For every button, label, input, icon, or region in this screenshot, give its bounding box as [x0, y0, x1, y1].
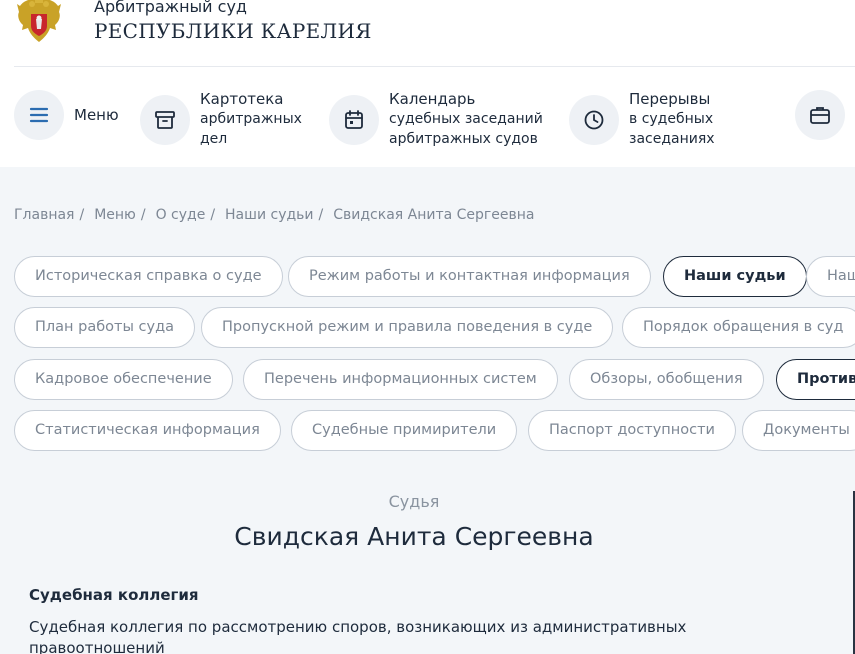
nav-case-files[interactable]: Картотека арбитражных дел: [140, 90, 302, 149]
breadcrumb-home[interactable]: Главная: [14, 207, 74, 223]
judge-name: Свидская Анита Сергеевна: [234, 522, 594, 551]
breadcrumb-judges[interactable]: Наши судьи: [225, 207, 313, 223]
clock-icon: [584, 110, 604, 129]
site-header: Арбитражный суд РЕСПУБЛИКИ КАРЕЛИЯ: [0, 0, 855, 66]
tab-accessibility-passport[interactable]: Паспорт доступности: [528, 410, 736, 451]
nav-calendar-line1: Календарь: [389, 90, 476, 108]
court-name-line2: РЕСПУБЛИКИ КАРЕЛИЯ: [94, 19, 372, 43]
breadcrumb-about[interactable]: О суде: [156, 207, 206, 223]
nav-menu-label: Меню: [74, 105, 119, 124]
tab-nash[interactable]: Наш: [806, 256, 855, 297]
tab-history[interactable]: Историческая справка о суде: [14, 256, 283, 297]
nav-case-files-line3: дел: [200, 131, 228, 147]
archive-box-icon: [155, 110, 175, 129]
calendar-icon: [345, 109, 363, 129]
tab-appeal-order[interactable]: Порядок обращения в суд: [622, 307, 855, 348]
nav-calendar[interactable]: Календарь судебных заседаний арбитражных…: [329, 90, 543, 149]
collegium-text: Судебная коллегия по рассмотрению споров…: [29, 618, 687, 654]
nav-case-files-line1: Картотека: [200, 90, 284, 108]
breadcrumb: Главная / Меню / О суде / Наши судьи / Свидс…: [14, 207, 535, 223]
breadcrumb-menu[interactable]: Меню: [94, 207, 136, 223]
court-name-line1: Арбитражный суд: [94, 0, 247, 16]
tab-anti[interactable]: Противо: [776, 359, 855, 400]
coat-of-arms-icon[interactable]: [14, 0, 64, 46]
hamburger-icon: [29, 107, 49, 123]
tab-staffing[interactable]: Кадровое обеспечение: [14, 359, 233, 400]
content-area: Главная / Меню / О суде / Наши судьи / Свидс…: [0, 167, 855, 654]
nav-breaks-line3: заседаниях: [629, 131, 715, 147]
nav-breaks-line2: в судебных: [629, 111, 714, 127]
nav-breaks-line1: Перерывы: [629, 90, 711, 108]
nav-case-files-line2: арбитражных: [200, 111, 302, 127]
nav-calendar-line2: судебных заседаний: [389, 111, 543, 127]
judge-role: Судья: [388, 492, 440, 511]
tab-reviews[interactable]: Обзоры, обобщения: [569, 359, 764, 400]
tab-our-judges[interactable]: Наши судьи: [663, 256, 807, 297]
nav-briefcase[interactable]: [795, 90, 845, 140]
tab-work-mode[interactable]: Режим работы и контактная информация: [288, 256, 651, 297]
tab-mediators[interactable]: Судебные примирители: [291, 410, 518, 451]
tab-access-rules[interactable]: Пропускной режим и правила поведения в с…: [201, 307, 614, 348]
nav-breaks[interactable]: Перерывы в судебных заседаниях: [569, 90, 715, 149]
collegium-title: Судебная коллегия: [29, 586, 199, 604]
tab-statistics[interactable]: Статистическая информация: [14, 410, 281, 451]
breadcrumb-current: Свидская Анита Сергеевна: [333, 207, 535, 223]
tab-info-systems[interactable]: Перечень информационных систем: [243, 359, 558, 400]
briefcase-icon: [810, 107, 830, 124]
tab-work-plan[interactable]: План работы суда: [14, 307, 196, 348]
main-nav: Меню Картотека арбитражных дел Календарь…: [0, 67, 855, 167]
tab-documents[interactable]: Документы: [742, 410, 855, 451]
nav-calendar-line3: арбитражных судов: [389, 131, 538, 147]
nav-menu[interactable]: Меню: [14, 90, 119, 140]
